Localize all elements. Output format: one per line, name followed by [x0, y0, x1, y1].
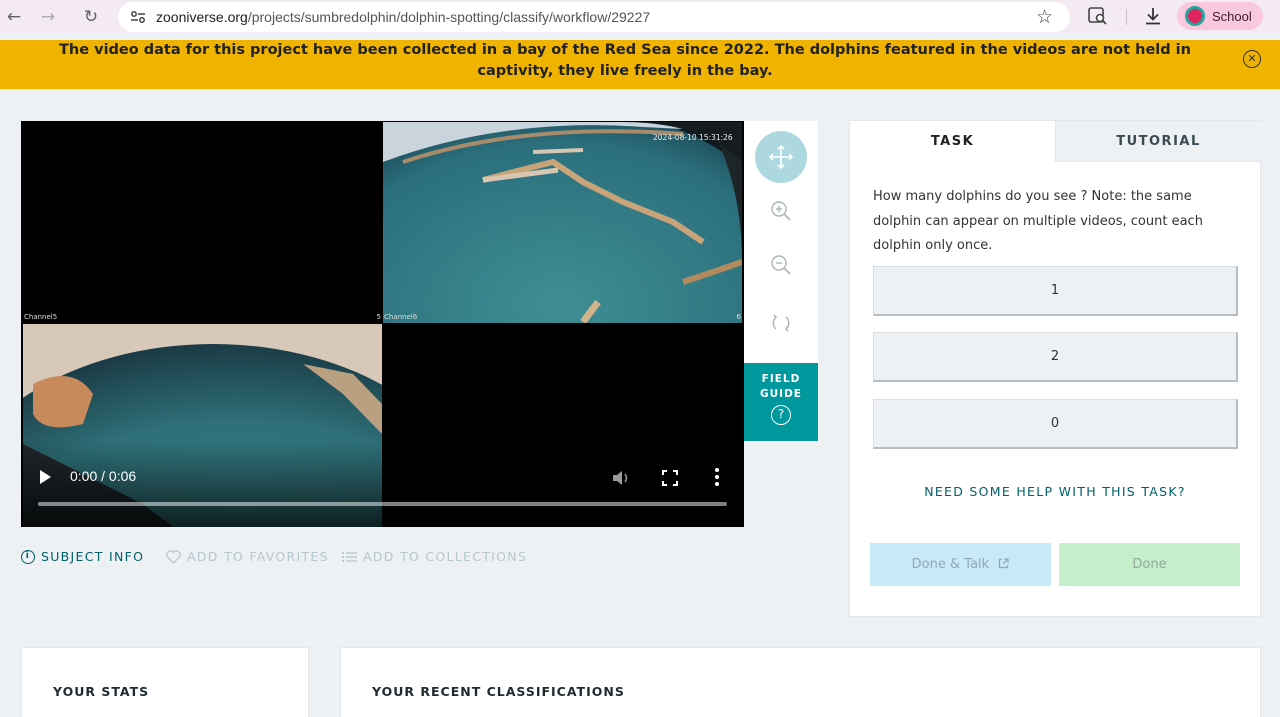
channel5-label: Channel5 [24, 313, 58, 321]
fisheye-pier-scene [383, 122, 742, 323]
question-icon: ? [771, 405, 791, 425]
profile-label: School [1212, 8, 1252, 24]
camera-feed-channel5: Channel5 5 [23, 122, 382, 323]
task-panel: TASK TUTORIAL How many dolphins do you s… [849, 120, 1261, 617]
back-arrow-icon[interactable]: ← [3, 6, 25, 28]
recent-classifications-title: YOUR RECENT CLASSIFICATIONS [372, 684, 625, 699]
camera-feed-channel6: 2024-08-10 15:31:26 Channel6 6 [383, 122, 742, 323]
toolbar-separator [1126, 9, 1127, 25]
url-host: zooniverse.org [156, 9, 248, 25]
banner-text: The video data for this project have bee… [59, 42, 1191, 79]
task-question: How many dolphins do you see ? Note: the… [873, 189, 1203, 253]
field-guide-button[interactable]: FIELD GUIDE ? [744, 363, 818, 441]
video-timestamp: 2024-08-10 15:31:26 [653, 133, 733, 142]
address-bar[interactable]: zooniverse.org/projects/sumbredolphin/do… [118, 2, 1070, 32]
reload-icon[interactable]: ↻ [80, 6, 102, 28]
subject-video-player[interactable]: Channel5 5 2024-08-10 15:31:26 Channel6 … [21, 121, 744, 527]
google-lens-icon[interactable] [1088, 7, 1108, 25]
field-guide-label: FIELD GUIDE [744, 363, 818, 402]
tab-task[interactable]: TASK [850, 121, 1055, 162]
your-stats-card: YOUR STATS [21, 647, 309, 717]
add-collections-label: ADD TO COLLECTIONS [363, 549, 528, 564]
zoom-out-icon[interactable] [770, 254, 792, 276]
profile-button[interactable]: School [1177, 2, 1263, 30]
url-path: /projects/sumbredolphin/dolphin-spotting… [247, 9, 651, 25]
done-button[interactable]: Done [1059, 543, 1240, 586]
browser-toolbar: ← → ↻ zooniverse.org/projects/sumbredolp… [0, 0, 1280, 34]
channel5-suffix: 5 [376, 313, 381, 321]
subject-info-label: SUBJECT INFO [41, 549, 145, 564]
field-guide-line1: FIELD [761, 373, 801, 385]
channel6-suffix: 6 [736, 313, 741, 321]
announcement-banner: The video data for this project have bee… [0, 40, 1280, 89]
site-settings-icon[interactable] [130, 10, 146, 24]
fullscreen-icon[interactable] [661, 469, 679, 487]
close-icon[interactable]: ✕ [1243, 50, 1261, 68]
info-icon: i [21, 549, 35, 564]
forward-arrow-icon[interactable]: → [37, 6, 59, 28]
add-favorites-label: ADD TO FAVORITES [187, 549, 329, 564]
channel6-label: Channel6 [384, 313, 418, 321]
url-text[interactable]: zooniverse.org/projects/sumbredolphin/do… [156, 9, 650, 25]
avatar [1185, 6, 1205, 26]
move-tool-button[interactable] [755, 131, 807, 183]
video-controls-shade [21, 441, 744, 527]
done-and-talk-button[interactable]: Done & Talk [870, 543, 1051, 586]
more-options-icon[interactable] [713, 467, 721, 487]
done-and-talk-label: Done & Talk [911, 557, 990, 572]
heart-icon [166, 549, 181, 564]
move-icon [768, 144, 794, 170]
add-to-favorites-link[interactable]: ADD TO FAVORITES [166, 549, 329, 564]
bookmark-star-icon[interactable]: ☆ [1036, 6, 1053, 28]
video-time-display: 0:00 / 0:06 [70, 468, 137, 484]
external-link-icon [999, 558, 1009, 569]
rotate-icon[interactable] [770, 312, 792, 334]
tab-tutorial[interactable]: TUTORIAL [1055, 121, 1261, 162]
list-icon [342, 551, 357, 562]
zoom-in-icon[interactable] [770, 200, 792, 222]
task-help-link[interactable]: NEED SOME HELP WITH THIS TASK? [850, 484, 1260, 499]
answer-option-2[interactable]: 2 [873, 332, 1238, 382]
answer-option-1[interactable]: 1 [873, 266, 1238, 316]
answer-option-0[interactable]: 0 [873, 399, 1238, 449]
add-to-collections-link[interactable]: ADD TO COLLECTIONS [342, 549, 527, 564]
subject-info-link[interactable]: i SUBJECT INFO [21, 549, 144, 564]
field-guide-line2: GUIDE [760, 388, 802, 400]
your-stats-title: YOUR STATS [53, 684, 150, 699]
image-toolbar: FIELD GUIDE ? [744, 121, 818, 441]
play-icon[interactable] [38, 469, 52, 485]
video-progress-bar[interactable] [38, 502, 727, 506]
volume-icon[interactable] [611, 469, 631, 487]
recent-classifications-card: YOUR RECENT CLASSIFICATIONS [340, 647, 1261, 717]
download-icon[interactable] [1143, 6, 1163, 26]
